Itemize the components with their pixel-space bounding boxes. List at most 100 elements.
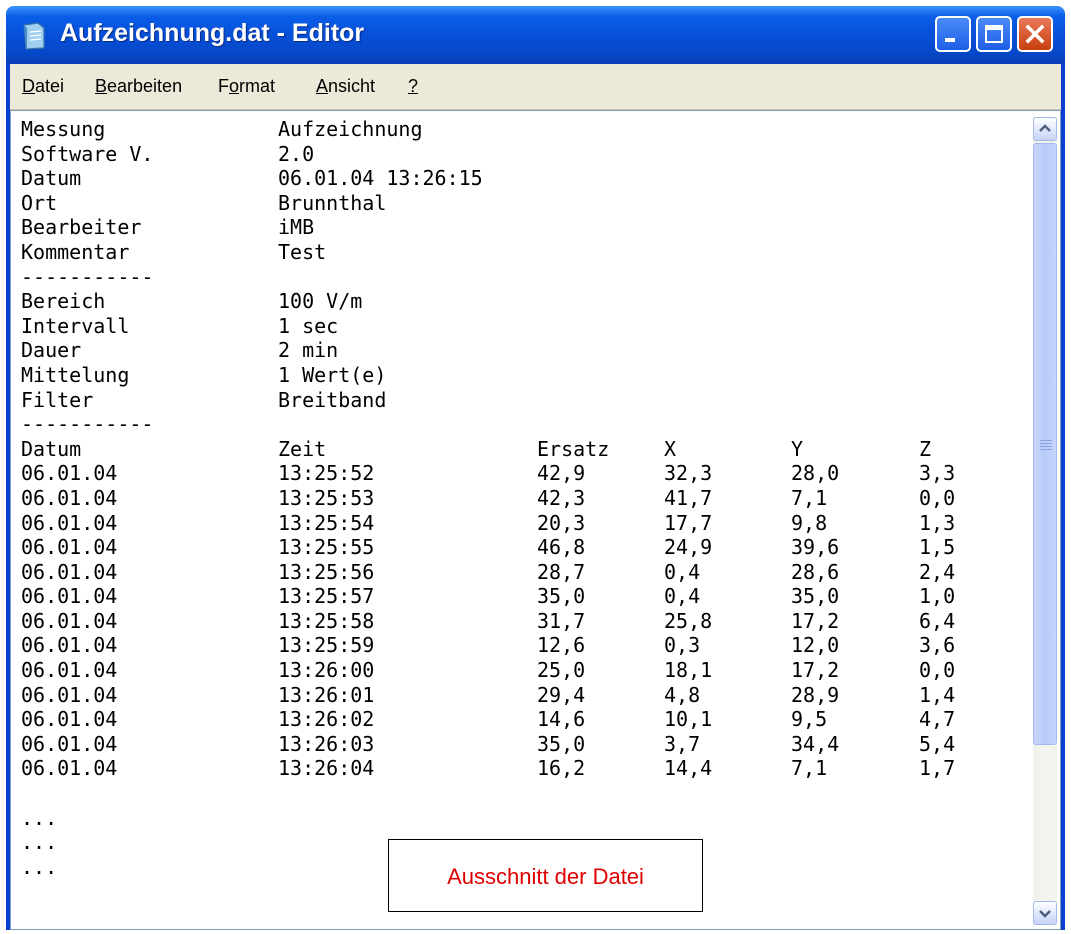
settings-line-cell: Intervall [21, 313, 130, 338]
separator-line: ----------- [21, 412, 1026, 437]
header-line: Bearbeiter iMB [21, 215, 1026, 240]
settings-line-cell: Dauer [21, 338, 82, 363]
maximize-button[interactable] [976, 16, 1012, 52]
settings-line: Dauer 2 min [21, 338, 1026, 363]
scroll-up-button[interactable] [1033, 117, 1057, 141]
settings-line-cell: 100 V/m [278, 289, 363, 314]
table-row-cell: 06.01.04 [21, 707, 118, 732]
table-row-cell: 18,1 [664, 658, 713, 683]
menu-format[interactable]: Format [218, 76, 275, 97]
close-button[interactable] [1017, 16, 1053, 52]
table-row: 06.01.04 13:25:57 35,0 0,4 35,0 1,0 [21, 584, 1026, 609]
table-header-cell: Datum [21, 436, 82, 461]
table-row-cell: 0,0 [919, 485, 956, 510]
table-row-cell: 24,9 [664, 535, 713, 560]
table-header-cell: X [664, 436, 677, 461]
settings-line-cell: Bereich [21, 289, 106, 314]
settings-line-cell: 1 sec [278, 313, 339, 338]
table-row-cell: 13:25:57 [278, 584, 375, 609]
table-row-cell: 3,6 [919, 633, 956, 658]
table-row-cell: 13:25:56 [278, 559, 375, 584]
minimize-button[interactable] [935, 16, 971, 52]
table-row-cell: 13:26:02 [278, 707, 375, 732]
table-row-cell: 1,7 [919, 756, 956, 781]
notepad-icon [23, 22, 45, 50]
separator-line: ----------- [21, 265, 1026, 290]
table-row-cell: 29,4 [537, 682, 586, 707]
text-content[interactable]: Messung Aufzeichnung Software V. 2.0 Datum 06… [21, 117, 1026, 923]
table-row-cell: 42,3 [537, 485, 586, 510]
header-line-cell: Test [278, 239, 327, 264]
table-row-cell: 14,6 [537, 707, 586, 732]
menu-bearbeiten[interactable]: Bearbeiten [95, 76, 182, 97]
table-row: 06.01.04 13:26:04 16,2 14,4 7,1 1,7 [21, 756, 1026, 781]
table-row-cell: 28,7 [537, 559, 586, 584]
table-row-cell: 28,9 [791, 682, 840, 707]
table-row-cell: 06.01.04 [21, 608, 118, 633]
table-row-cell: 13:25:53 [278, 485, 375, 510]
table-row-cell: 1,4 [919, 682, 956, 707]
table-row-cell: 34,4 [791, 731, 840, 756]
table-row-cell: 35,0 [537, 584, 586, 609]
table-row-cell: 31,7 [537, 608, 586, 633]
annotation-box: Ausschnitt der Datei [388, 839, 703, 912]
table-row: 06.01.04 13:26:00 25,0 18,1 17,2 0,0 [21, 658, 1026, 683]
table-row-cell: 17,7 [664, 510, 713, 535]
table-row-cell: 13:26:01 [278, 682, 375, 707]
table-row-cell: 06.01.04 [21, 485, 118, 510]
table-row-cell: 28,0 [791, 461, 840, 486]
ellipsis-line-cell: ... [21, 805, 58, 830]
header-line-cell: Aufzeichnung [278, 117, 423, 141]
table-row-cell: 5,4 [919, 731, 956, 756]
table-row-cell: 46,8 [537, 535, 586, 560]
table-row-cell: 16,2 [537, 756, 586, 781]
table-row: 06.01.04 13:25:55 46,8 24,9 39,6 1,5 [21, 535, 1026, 560]
table-row-cell: 3,3 [919, 461, 956, 486]
settings-line: Intervall 1 sec [21, 314, 1026, 339]
table-row: 06.01.04 13:25:53 42,3 41,7 7,1 0,0 [21, 486, 1026, 511]
settings-line-cell: 1 Wert(e) [278, 362, 387, 387]
table-row-cell: 13:26:04 [278, 756, 375, 781]
header-line: Messung Aufzeichnung [21, 117, 1026, 142]
table-row-cell: 7,1 [791, 485, 828, 510]
table-row: 06.01.04 13:25:56 28,7 0,4 28,6 2,4 [21, 560, 1026, 585]
table-row-cell: 25,8 [664, 608, 713, 633]
thumb-grip-line [1040, 449, 1052, 450]
table-row-cell: 10,1 [664, 707, 713, 732]
thumb-grip-line [1040, 440, 1052, 441]
menu-ansicht[interactable]: Ansicht [316, 76, 375, 97]
table-row-cell: 0,3 [664, 633, 701, 658]
table-row-cell: 13:25:54 [278, 510, 375, 535]
settings-line-cell: Mittelung [21, 362, 130, 387]
scroll-down-button[interactable] [1033, 901, 1057, 925]
table-row-cell: 06.01.04 [21, 461, 118, 486]
table-row-cell: 41,7 [664, 485, 713, 510]
table-row: 06.01.04 13:25:54 20,3 17,7 9,8 1,3 [21, 511, 1026, 536]
table-row-cell: 06.01.04 [21, 584, 118, 609]
header-line-cell: Datum [21, 166, 82, 191]
table-row-cell: 0,0 [919, 658, 956, 683]
table-row-cell: 35,0 [791, 584, 840, 609]
table-row-cell: 0,4 [664, 559, 701, 584]
table-row-cell: 32,3 [664, 461, 713, 486]
table-header-cell: Y [791, 436, 804, 461]
table-row-cell: 6,4 [919, 608, 956, 633]
menu-help[interactable]: ? [408, 76, 418, 97]
title-bar[interactable]: Aufzeichnung.dat - Editor [6, 6, 1065, 64]
menu-datei[interactable]: Datei [22, 76, 64, 97]
settings-line: Bereich 100 V/m [21, 289, 1026, 314]
scroll-thumb[interactable] [1033, 143, 1057, 745]
table-row-cell: 12,0 [791, 633, 840, 658]
table-row-cell: 1,0 [919, 584, 956, 609]
table-row-cell: 06.01.04 [21, 658, 118, 683]
table-header-cell: Z [919, 436, 932, 461]
table-row: 06.01.04 13:25:52 42,9 32,3 28,0 3,3 [21, 461, 1026, 486]
table-row-cell: 13:25:59 [278, 633, 375, 658]
table-row-cell: 39,6 [791, 535, 840, 560]
vertical-scrollbar[interactable] [1033, 117, 1057, 925]
table-row-cell: 06.01.04 [21, 731, 118, 756]
settings-line-cell: Breitband [278, 387, 387, 412]
table-row-cell: 14,4 [664, 756, 713, 781]
table-row-cell: 20,3 [537, 510, 586, 535]
